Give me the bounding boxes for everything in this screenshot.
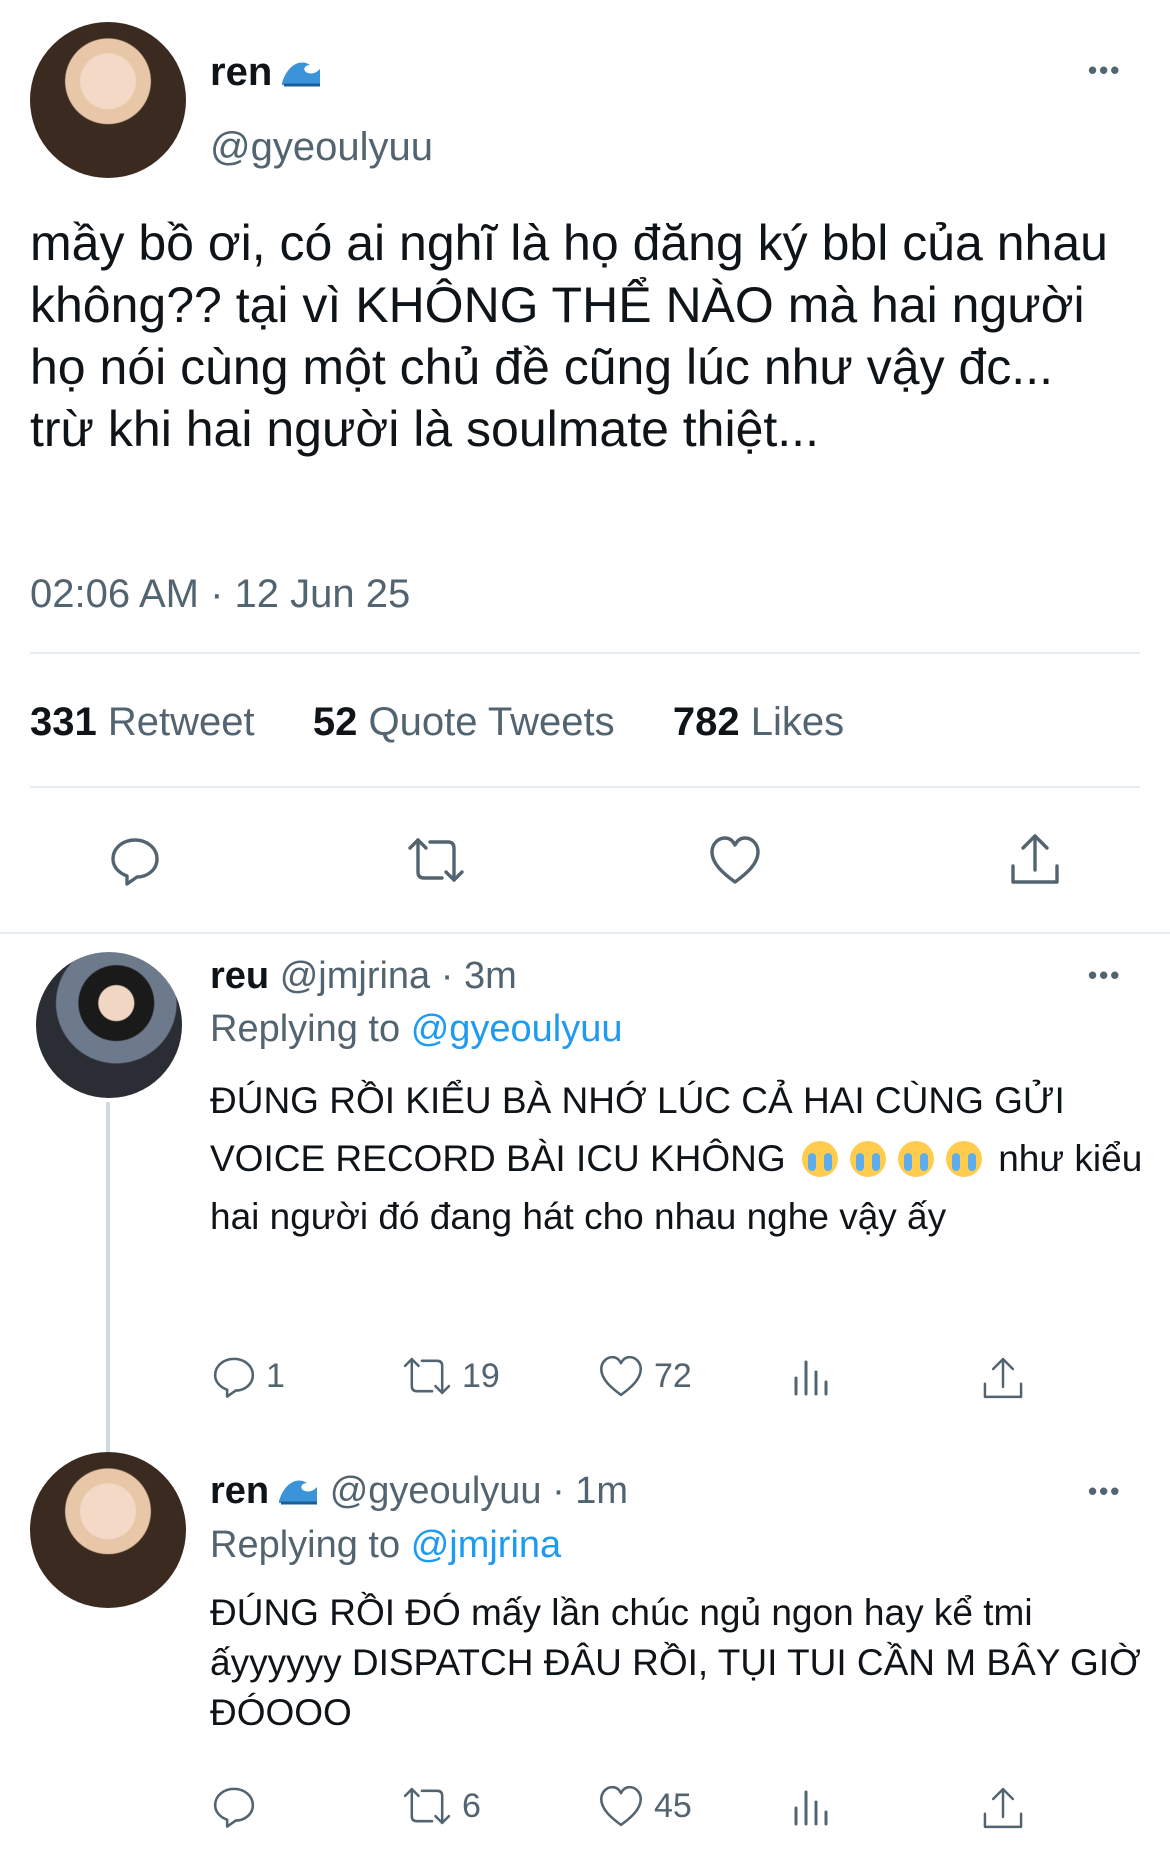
crying-emoji-icon	[849, 1141, 886, 1177]
share-icon	[983, 1357, 1023, 1399]
share-button[interactable]	[980, 1354, 1026, 1402]
reply-text: ĐÚNG RỒI KIỂU BÀ NHỚ LÚC CẢ HAI CÙNG GỬI…	[210, 1080, 1143, 1237]
reply-button[interactable]: 1	[210, 1352, 285, 1400]
replying-to-link[interactable]: @jmjrina	[411, 1524, 561, 1566]
replying-to: Replying to @jmjrina	[210, 1524, 562, 1566]
reply-icon	[111, 838, 159, 886]
reply-icon	[213, 1787, 255, 1828]
quote-tweets-stat[interactable]: 52 Quote Tweets	[313, 700, 615, 744]
retweet-stat[interactable]: 331 Retweet	[30, 700, 255, 744]
retweet-button[interactable]	[404, 832, 468, 893]
analytics-icon	[794, 1790, 828, 1826]
reply-handle-time[interactable]: @gyeoulyuu · 1m	[330, 1470, 628, 1512]
reply-button[interactable]	[107, 832, 163, 893]
replying-to-link[interactable]: @gyeoulyuu	[411, 1008, 623, 1050]
reply-text: ĐÚNG RỒI ĐÓ mấy lần chúc ngủ ngon hay kể…	[210, 1592, 1141, 1733]
reply-header: reu @jmjrina · 3m	[210, 955, 517, 998]
reply-author-name[interactable]: ren	[210, 1470, 319, 1512]
tweet-stats: 331 Retweet 52 Quote Tweets 782 Likes	[30, 700, 844, 745]
likes-stat[interactable]: 782 Likes	[673, 700, 844, 744]
more-options-icon[interactable]: •••	[1088, 960, 1121, 991]
retweet-icon	[408, 838, 464, 882]
heart-icon	[599, 1355, 642, 1397]
retweet-button[interactable]: 6	[400, 1782, 481, 1830]
wave-emoji-icon	[279, 1480, 318, 1505]
thread-line	[106, 1102, 110, 1452]
retweet-button[interactable]: 19	[400, 1352, 500, 1400]
like-button[interactable]: 45	[596, 1782, 692, 1830]
share-icon	[1011, 834, 1059, 884]
crying-emoji-icon	[897, 1141, 934, 1177]
share-icon	[983, 1787, 1023, 1829]
share-button[interactable]	[1007, 830, 1063, 893]
reply-avatar[interactable]	[30, 1452, 186, 1608]
divider	[0, 932, 1170, 934]
reply-avatar[interactable]	[36, 952, 182, 1098]
divider	[30, 786, 1140, 788]
reply-icon	[213, 1357, 255, 1398]
analytics-icon	[794, 1360, 828, 1396]
wave-emoji-icon	[282, 62, 321, 87]
heart-icon	[599, 1785, 642, 1827]
like-button[interactable]: 72	[596, 1352, 692, 1400]
tweet-text: mầy bồ ơi, có ai nghĩ là họ đăng ký bbl …	[30, 215, 1108, 457]
author-name[interactable]: ren	[210, 50, 322, 95]
more-options-icon[interactable]: •••	[1088, 1476, 1121, 1507]
crying-emoji-icon	[801, 1141, 838, 1177]
reply-header: ren @gyeoulyuu · 1m	[210, 1470, 628, 1513]
crying-emoji-icon	[945, 1141, 982, 1177]
tweet-timestamp[interactable]: 02:06 AM · 12 Jun 25	[30, 572, 410, 617]
reply-author-name[interactable]: reu	[210, 955, 269, 997]
more-options-icon[interactable]: •••	[1088, 55, 1121, 86]
analytics-button[interactable]	[790, 1354, 834, 1400]
divider	[30, 652, 1140, 654]
retweet-icon	[403, 1787, 451, 1825]
retweet-icon	[403, 1357, 451, 1395]
author-handle[interactable]: @gyeoulyuu	[210, 125, 433, 170]
share-button[interactable]	[980, 1784, 1026, 1832]
like-button[interactable]	[706, 832, 764, 893]
reply-handle-time[interactable]: @jmjrina · 3m	[280, 955, 517, 997]
replying-to: Replying to @gyeoulyuu	[210, 1008, 623, 1050]
reply-button[interactable]	[210, 1782, 266, 1830]
analytics-button[interactable]	[790, 1784, 834, 1830]
heart-icon	[710, 836, 760, 884]
author-avatar[interactable]	[30, 22, 186, 178]
